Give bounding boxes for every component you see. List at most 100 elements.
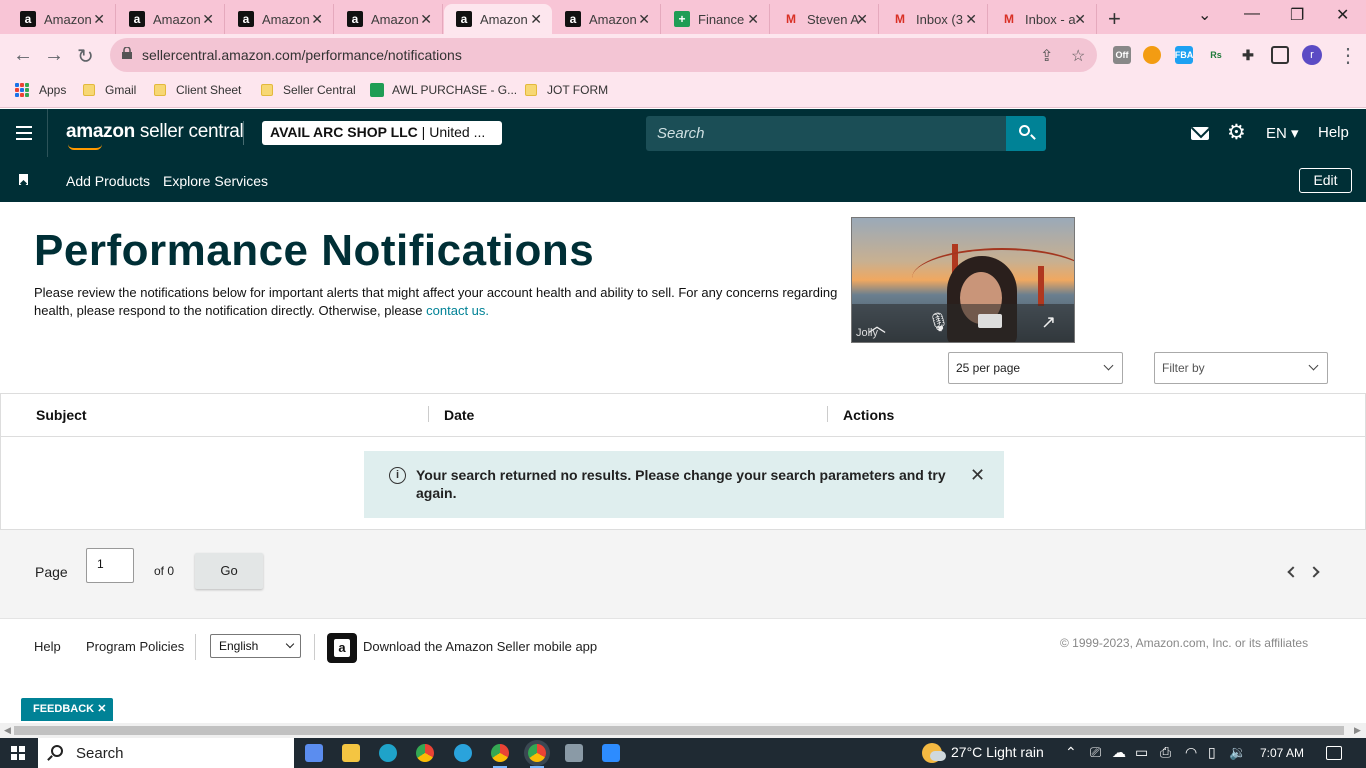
per-page-select[interactable]: 25 per page (948, 352, 1123, 384)
tab-search-icon[interactable]: ⌄ (1198, 5, 1211, 25)
footer-help-link[interactable]: Help (34, 639, 61, 654)
scroll-left-icon[interactable]: ◀ (4, 725, 11, 736)
chevron-up-icon[interactable]: ⌃ (1065, 744, 1077, 761)
back-icon[interactable]: ← (13, 44, 33, 67)
chrome-menu-icon[interactable]: ⋮ (1338, 43, 1358, 68)
microphone-icon[interactable]: ▯ (1208, 744, 1216, 761)
battery-icon[interactable]: ▭ (1135, 744, 1148, 761)
bookmark-seller-central[interactable]: Seller Central (261, 83, 356, 97)
clock[interactable]: 7:07 AM (1260, 746, 1304, 760)
bookmark-gmail[interactable]: Gmail (83, 83, 136, 97)
weather-icon[interactable] (922, 743, 946, 763)
close-tab-icon[interactable]: ✕ (202, 11, 214, 28)
windows-start-icon[interactable] (11, 746, 25, 760)
fba-extension-icon[interactable]: FBA (1175, 46, 1193, 64)
nav-explore-services[interactable]: Explore Services (163, 173, 268, 189)
chrome-icon[interactable] (491, 744, 509, 768)
printer-icon[interactable]: ⎙ (1160, 744, 1171, 761)
scrollbar-thumb[interactable] (14, 726, 1344, 735)
download-app-link[interactable]: Download the Amazon Seller mobile app (363, 639, 597, 654)
browser-tab[interactable]: a Amazon ✕ (8, 4, 116, 34)
minimize-icon[interactable]: — (1244, 5, 1260, 23)
column-subject[interactable]: Subject (36, 407, 87, 423)
bookmark-apps[interactable]: Apps (15, 83, 66, 97)
close-tab-icon[interactable]: ✕ (747, 11, 759, 28)
browser-tab[interactable]: a Amazon ✕ (117, 4, 225, 34)
weather-text[interactable]: 27°C Light rain (951, 744, 1044, 760)
extension-off-icon[interactable]: Off (1113, 46, 1131, 64)
meet-now-icon[interactable]: ⎚ (1090, 744, 1101, 761)
calendar-app-icon[interactable] (305, 744, 323, 762)
mic-muted-icon[interactable]: 🎙 (927, 312, 950, 333)
filter-select[interactable]: Filter by (1154, 352, 1328, 384)
feedback-button[interactable]: FEEDBACK ✕ (21, 698, 113, 721)
volume-icon[interactable]: 🔉 (1229, 744, 1246, 761)
share-icon[interactable]: ⇪ (1040, 46, 1053, 66)
wifi-icon[interactable]: ◠ (1185, 744, 1197, 761)
rs-extension-icon[interactable]: Rs (1207, 46, 1225, 64)
close-tab-icon[interactable]: ✕ (311, 11, 323, 28)
bookmark-icon[interactable] (19, 174, 28, 185)
close-tab-icon[interactable]: ✕ (638, 11, 650, 28)
popout-icon[interactable]: ↗ (1041, 312, 1056, 333)
forward-icon[interactable]: → (44, 44, 64, 67)
scroll-right-icon[interactable]: ▶ (1354, 725, 1361, 736)
browser-tab[interactable]: a Amazon ✕ (335, 4, 443, 34)
browser-tab[interactable]: M Inbox (3 ✕ (880, 4, 988, 34)
close-tab-icon[interactable]: ✕ (93, 11, 105, 28)
program-policies-link[interactable]: Program Policies (86, 639, 184, 654)
browser-tab[interactable]: M Steven A ✕ (771, 4, 879, 34)
camera-icon[interactable] (978, 314, 1002, 328)
close-window-icon[interactable]: ✕ (1336, 5, 1349, 25)
nav-add-products[interactable]: Add Products (66, 173, 150, 189)
browser-tab-active[interactable]: a Amazon ✕ (444, 4, 552, 34)
star-icon[interactable]: ☆ (1071, 46, 1085, 66)
profile-avatar[interactable]: r (1302, 45, 1322, 65)
browser-tab[interactable]: a Amazon ✕ (226, 4, 334, 34)
hamburger-menu-icon[interactable] (16, 126, 32, 140)
browser-tab[interactable]: M Inbox - a ✕ (989, 4, 1097, 34)
search-input[interactable]: Search (646, 116, 1006, 151)
file-explorer-icon[interactable] (342, 744, 360, 762)
calculator-icon[interactable] (565, 744, 583, 762)
side-panel-icon[interactable] (1271, 46, 1289, 64)
new-tab-button[interactable]: + (1108, 6, 1121, 32)
footer-language-select[interactable]: English (210, 634, 301, 658)
close-icon[interactable]: ✕ (97, 703, 106, 715)
account-switcher[interactable]: AVAIL ARC SHOP LLC | United ... (262, 121, 502, 145)
column-date[interactable]: Date (444, 407, 474, 423)
bookmark-jot-form[interactable]: JOT FORM (525, 83, 608, 97)
go-button[interactable]: Go (195, 553, 263, 589)
onedrive-icon[interactable]: ☁ (1112, 744, 1126, 761)
browser-tab[interactable]: a Amazon ✕ (553, 4, 661, 34)
address-bar[interactable]: sellercentral.amazon.com/performance/not… (110, 38, 1097, 72)
close-tab-icon[interactable]: ✕ (1074, 11, 1086, 28)
close-tab-icon[interactable]: ✕ (530, 11, 542, 28)
edge-icon[interactable] (379, 744, 397, 762)
extensions-puzzle-icon[interactable]: ✚ (1239, 46, 1257, 64)
reload-icon[interactable]: ↻ (77, 44, 94, 69)
zoom-icon[interactable] (602, 744, 620, 762)
contact-us-link[interactable]: contact us. (426, 303, 489, 318)
language-selector[interactable]: EN ▾ (1266, 124, 1299, 142)
taskbar-search[interactable]: Search (38, 738, 294, 768)
edit-button[interactable]: Edit (1299, 168, 1352, 193)
notifications-icon[interactable] (1326, 746, 1342, 760)
bookmark-client-sheet[interactable]: Client Sheet (154, 83, 241, 97)
close-tab-icon[interactable]: ✕ (965, 11, 977, 28)
chevron-left-icon[interactable] (1287, 566, 1299, 578)
amazon-seller-central-logo[interactable]: amazon seller central (66, 121, 244, 143)
chrome-icon[interactable] (528, 744, 546, 768)
extension-circle-icon[interactable] (1143, 46, 1161, 64)
close-icon[interactable]: ✕ (970, 465, 985, 486)
browser-tab[interactable]: + Finance ✕ (662, 4, 770, 34)
amazon-app-icon[interactable]: a (327, 633, 357, 663)
close-tab-icon[interactable]: ✕ (856, 11, 868, 28)
chrome-icon[interactable] (416, 744, 434, 762)
help-link[interactable]: Help (1318, 124, 1349, 141)
gear-icon[interactable]: ⚙ (1227, 122, 1246, 143)
mail-icon[interactable] (1191, 127, 1209, 140)
restore-icon[interactable]: ❐ (1290, 5, 1304, 25)
page-number-input[interactable]: 1 (86, 548, 134, 583)
search-button[interactable] (1006, 116, 1046, 151)
